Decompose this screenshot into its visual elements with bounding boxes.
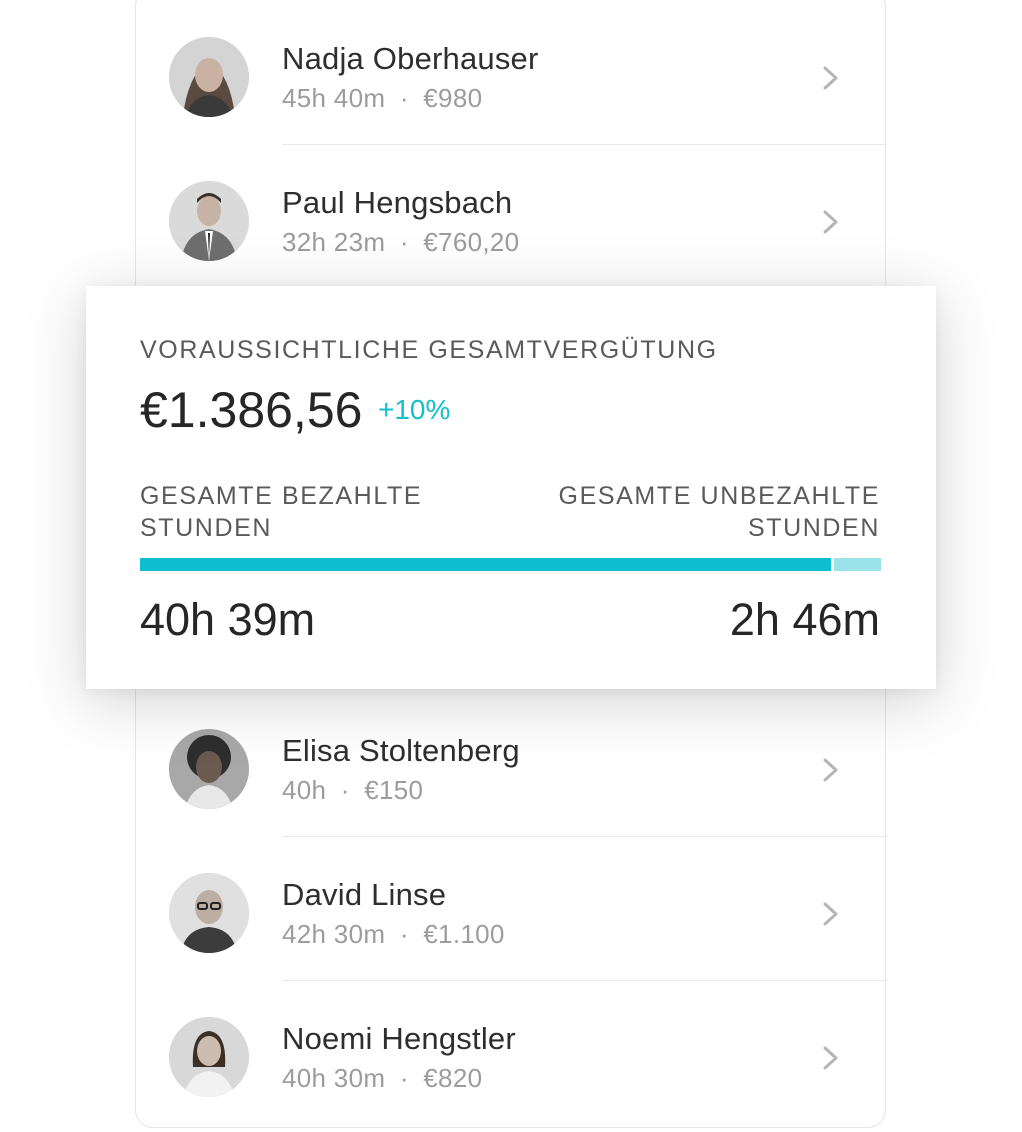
employee-row[interactable]: Nadja Oberhauser 45h 40m · €980 xyxy=(136,1,887,145)
avatar xyxy=(169,181,249,261)
unpaid-hours-label: GESAMTE UNBEZAHLTE STUNDEN xyxy=(559,480,880,544)
employee-pay: €980 xyxy=(423,83,483,113)
employee-meta: 42h 30m · €1.100 xyxy=(282,919,505,950)
separator-dot: · xyxy=(399,227,409,257)
separator-dot: · xyxy=(399,1063,409,1093)
avatar xyxy=(169,37,249,117)
unpaid-hours-label-line1: GESAMTE UNBEZAHLTE xyxy=(558,482,880,510)
paid-hours-label-line1: GESAMTE BEZAHLTE xyxy=(140,482,423,510)
hours-progress-bar xyxy=(140,558,881,571)
woman-portrait-icon xyxy=(169,1017,249,1097)
employee-hours: 32h 23m xyxy=(282,227,386,257)
employee-meta: 40h 30m · €820 xyxy=(282,1063,482,1094)
employee-pay: €820 xyxy=(423,1063,483,1093)
chevron-right-icon[interactable] xyxy=(820,207,842,237)
chevron-right-icon[interactable] xyxy=(820,899,842,929)
paid-hours-label-line2: STUNDEN xyxy=(140,514,273,542)
employee-name: Paul Hengsbach xyxy=(282,185,513,220)
man-portrait-icon xyxy=(169,873,249,953)
avatar xyxy=(169,873,249,953)
employee-pay: €760,20 xyxy=(423,227,520,257)
employee-hours: 40h xyxy=(282,775,327,805)
employee-row[interactable]: Paul Hengsbach 32h 23m · €760,20 xyxy=(136,145,887,289)
change-percentage: +10% xyxy=(378,394,451,425)
chevron-right-icon[interactable] xyxy=(820,755,842,785)
paid-hours-label: GESAMTE BEZAHLTE STUNDEN xyxy=(140,480,422,544)
employee-name: David Linse xyxy=(282,877,447,912)
man-portrait-icon xyxy=(169,181,249,261)
avatar xyxy=(169,729,249,809)
separator-dot: · xyxy=(399,83,409,113)
employee-meta: 45h 40m · €980 xyxy=(282,83,482,114)
employee-meta: 32h 23m · €760,20 xyxy=(282,227,519,258)
employee-hours: 42h 30m xyxy=(282,919,386,949)
employee-row[interactable]: Elisa Stoltenberg 40h · €150 xyxy=(136,693,887,837)
employee-hours: 40h 30m xyxy=(282,1063,386,1093)
woman-portrait-icon xyxy=(169,37,249,117)
employee-row[interactable]: David Linse 42h 30m · €1.100 xyxy=(136,837,887,981)
separator-dot: · xyxy=(399,919,409,949)
chevron-right-icon[interactable] xyxy=(820,1043,842,1073)
woman-portrait-icon xyxy=(169,729,249,809)
total-amount: €1.386,56 xyxy=(140,382,363,438)
paid-hours-fill xyxy=(140,558,834,571)
avatar xyxy=(169,1017,249,1097)
summary-title: VORAUSSICHTLICHE GESAMTVERGÜTUNG xyxy=(140,336,718,364)
compensation-summary-card: VORAUSSICHTLICHE GESAMTVERGÜTUNG €1.386,… xyxy=(86,286,936,689)
employee-pay: €150 xyxy=(364,775,424,805)
employee-meta: 40h · €150 xyxy=(282,775,423,806)
employee-name: Elisa Stoltenberg xyxy=(282,733,520,768)
employee-hours: 45h 40m xyxy=(282,83,386,113)
employee-name: Nadja Oberhauser xyxy=(282,41,539,76)
employee-pay: €1.100 xyxy=(423,919,505,949)
employee-name: Noemi Hengstler xyxy=(282,1021,516,1056)
unpaid-hours-value: 2h 46m xyxy=(729,594,880,645)
unpaid-hours-label-line2: STUNDEN xyxy=(747,514,880,542)
paid-hours-value: 40h 39m xyxy=(140,594,316,645)
separator-dot: · xyxy=(340,775,350,805)
employee-row[interactable]: Noemi Hengstler 40h 30m · €820 xyxy=(136,981,887,1125)
chevron-right-icon[interactable] xyxy=(820,63,842,93)
